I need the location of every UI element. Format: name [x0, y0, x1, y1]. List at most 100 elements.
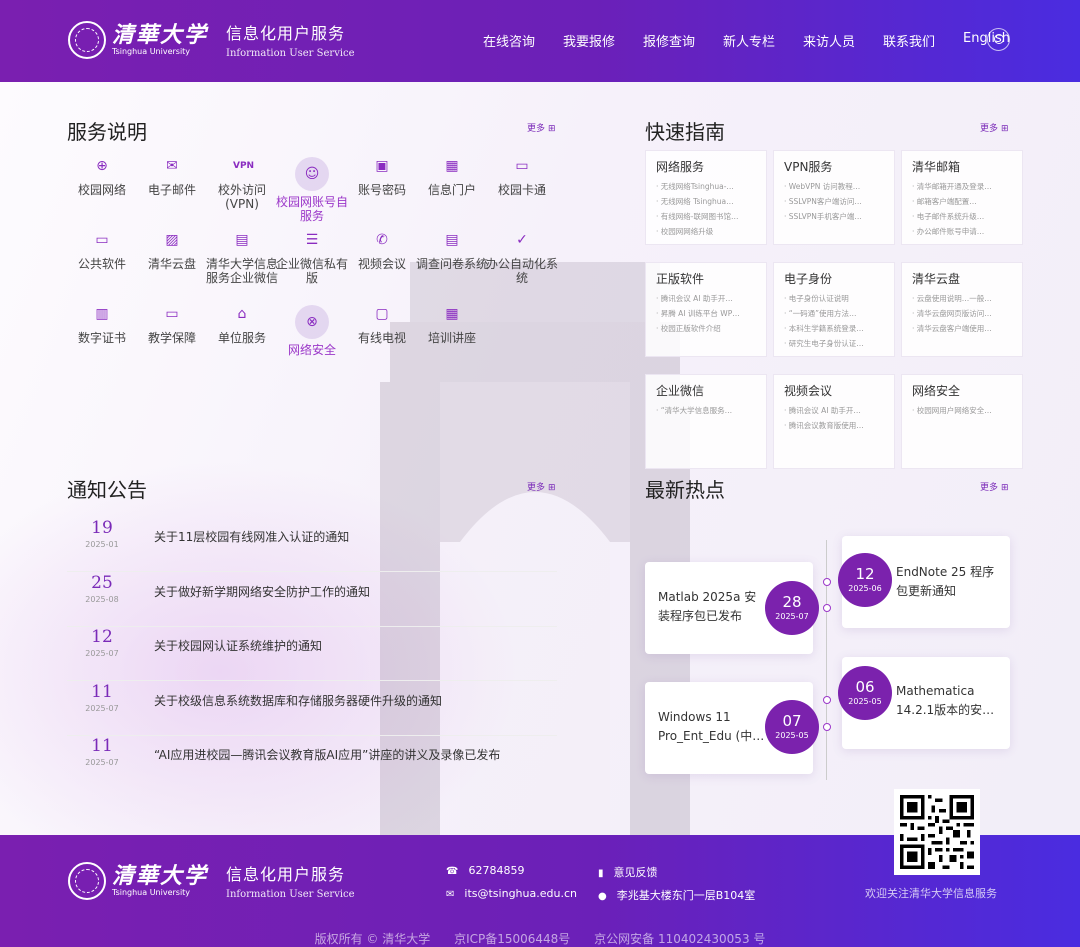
more-icon: ⊞: [1001, 483, 1009, 493]
notice-item[interactable]: 19 2025-01 关于11层校园有线网准入认证的通知: [67, 518, 557, 572]
notice-day: 11: [91, 736, 113, 756]
notices-more-link[interactable]: 更多 ⊞: [527, 480, 556, 493]
guide-link[interactable]: SSLVPN客户端访问…: [784, 194, 892, 209]
nav-contact[interactable]: 联系我们: [883, 31, 935, 50]
service-item[interactable]: ▦ 培训讲座: [416, 305, 488, 345]
service-item[interactable]: ✆ 视频会议: [346, 231, 418, 271]
service-item[interactable]: ▨ 清华云盘: [136, 231, 208, 271]
notice-date: 12 2025-07: [67, 627, 137, 658]
card-icon: ▭: [515, 158, 529, 174]
service-item[interactable]: ▥ 数字证书: [66, 305, 138, 345]
guide-link[interactable]: 校园网网络升级: [656, 224, 764, 239]
notice-item[interactable]: 12 2025-07 关于校园网认证系统维护的通知: [67, 627, 557, 681]
guide-link[interactable]: 有线网络-联网图书馆…: [656, 209, 764, 224]
guide-link[interactable]: “一码通”使用方法…: [784, 306, 892, 321]
service-item[interactable]: ▭ 公共软件: [66, 231, 138, 271]
nav-repair-query[interactable]: 报修查询: [643, 31, 695, 50]
guide-card[interactable]: 清华云盘云盘使用说明…一般…清华云盘网页版访问…清华云盘客户端使用…: [901, 262, 1023, 357]
more-icon: ⊞: [548, 483, 556, 493]
police-link[interactable]: 京公网安备 110402430053 号: [594, 932, 765, 946]
service-item[interactable]: ▭ 校园卡通: [486, 157, 558, 197]
feedback-icon: ▮: [598, 868, 604, 879]
guide-link[interactable]: SSLVPN手机客户端…: [784, 209, 892, 224]
service-item[interactable]: ▢ 有线电视: [346, 305, 418, 345]
copyright-bar: 版权所有 © 清华大学 京ICP备15006448号 京公网安备 1104024…: [0, 930, 1080, 947]
timeline-dot: [823, 723, 831, 731]
guide-link[interactable]: 邮箱客户端配置…: [912, 194, 1020, 209]
guide-link[interactable]: 腾讯会议 AI 助手开…: [656, 291, 764, 306]
guide-link[interactable]: 腾讯会议教育版使用…: [784, 418, 892, 433]
icp-link[interactable]: 京ICP备15006448号: [454, 932, 570, 946]
guide-link[interactable]: 云盘使用说明…一般…: [912, 291, 1020, 306]
hot-more-link[interactable]: 更多 ⊞: [980, 480, 1009, 493]
hot-date-badge: 28 2025-07: [765, 581, 819, 635]
guide-link[interactable]: “清华大学信息服务…: [656, 403, 764, 418]
notice-text: “AI应用进校园—腾讯会议教育版AI应用”讲座的讲义及录像已发布: [154, 748, 501, 762]
guide-link[interactable]: 腾讯会议 AI 助手开…: [784, 403, 892, 418]
hot-date-badge: 06 2025-05: [838, 666, 892, 720]
nav-visitors[interactable]: 来访人员: [803, 31, 855, 50]
guide-link[interactable]: 清华邮箱开通及登录…: [912, 179, 1020, 194]
site-header: 清華大学 Tsinghua University 信息化用户服务 Informa…: [0, 0, 1080, 82]
guide-link[interactable]: 无线网络 Tsinghua…: [656, 194, 764, 209]
guide-link[interactable]: 校园正版软件介绍: [656, 321, 764, 336]
guide-link[interactable]: 清华云盘网页版访问…: [912, 306, 1020, 321]
service-item[interactable]: ✉ 电子邮件: [136, 157, 208, 197]
services-more-link[interactable]: 更多 ⊞: [527, 121, 556, 134]
notice-date: 11 2025-07: [67, 736, 137, 767]
notice-item[interactable]: 11 2025-07 关于校级信息系统数据库和存储服务器硬件升级的通知: [67, 682, 557, 736]
service-item[interactable]: ✓ 办公自动化系统: [486, 231, 558, 286]
service-item[interactable]: ☺ 校园网账号自服务: [276, 157, 348, 224]
notice-date: 19 2025-01: [67, 518, 137, 549]
footer-service-subtitle: Information User Service: [226, 889, 355, 900]
guide-card[interactable]: 企业微信 “清华大学信息服务…: [645, 374, 767, 469]
hot-card-text: Windows 11 Pro_Ent_Edu (中…: [658, 710, 765, 743]
hot-day: 12: [855, 565, 875, 583]
notice-item[interactable]: 25 2025-08 关于做好新学期网络安全防护工作的通知: [67, 573, 557, 627]
guide-link[interactable]: 电子身份认证说明: [784, 291, 892, 306]
guide-card[interactable]: VPN服务 WebVPN 访问教程…SSLVPN客户端访问…SSLVPN手机客户端…: [773, 150, 895, 245]
nav-report-repair[interactable]: 我要报修: [563, 31, 615, 50]
footer-email[interactable]: ✉ its@tsinghua.edu.cn: [446, 887, 577, 900]
globe-icon: ⊕: [96, 158, 108, 174]
guide-link[interactable]: 清华云盘客户端使用…: [912, 321, 1020, 336]
search-icon[interactable]: [987, 28, 1010, 51]
guide-link[interactable]: 办公邮件账号申请…: [912, 224, 1020, 239]
service-item[interactable]: ☰ 企业微信私有版: [276, 231, 348, 286]
service-item[interactable]: ▦ 信息门户: [416, 157, 488, 197]
service-label: 有线电视: [357, 331, 406, 345]
guide-card[interactable]: 电子身份电子身份认证说明“一码通”使用方法…本科生学籍系统登录…研究生电子身份认…: [773, 262, 895, 357]
notice-item[interactable]: 11 2025-07 “AI应用进校园—腾讯会议教育版AI应用”讲座的讲义及录像已发…: [67, 736, 557, 790]
image-icon: ▨: [165, 232, 179, 248]
guide-link[interactable]: WebVPN 访问教程…: [784, 179, 892, 194]
guide-card[interactable]: 清华邮箱清华邮箱开通及登录…邮箱客户端配置…电子邮件系统升级…办公邮件账号申请…: [901, 150, 1023, 245]
email-icon: ✉: [446, 889, 455, 900]
footer-feedback[interactable]: ▮ 意见反馈: [598, 864, 658, 880]
service-item[interactable]: ⌂ 单位服务: [206, 305, 278, 345]
service-item[interactable]: ▭ 教学保障: [136, 305, 208, 345]
service-item[interactable]: ⊕ 校园网络: [66, 157, 138, 197]
nav-newcomers[interactable]: 新人专栏: [723, 31, 775, 50]
guide-card[interactable]: 网络安全校园网用户网络安全…: [901, 374, 1023, 469]
guide-link[interactable]: 昇腾 AI 训练平台 WP…: [656, 306, 764, 321]
guide-link[interactable]: 电子邮件系统升级…: [912, 209, 1020, 224]
guide-link[interactable]: 无线网络Tsinghua-…: [656, 179, 764, 194]
service-item[interactable]: VPN 校外访问(VPN): [206, 157, 278, 212]
certificate-icon: ▥: [95, 306, 109, 322]
guide-card[interactable]: 网络服务无线网络Tsinghua-…无线网络 Tsinghua…有线网络-联网图…: [645, 150, 767, 245]
service-item[interactable]: ⊗ 网络安全: [276, 305, 348, 357]
guide-card[interactable]: 视频会议腾讯会议 AI 助手开…腾讯会议教育版使用…: [773, 374, 895, 469]
site-logo[interactable]: 清華大学 Tsinghua University 信息化用户服务 Informa…: [68, 20, 355, 59]
id-card-icon: ▣: [375, 158, 389, 174]
guide-link[interactable]: 校园网用户网络安全…: [912, 403, 1020, 418]
guide-link[interactable]: 本科生学籍系统登录…: [784, 321, 892, 336]
guide-card[interactable]: 正版软件腾讯会议 AI 助手开…昇腾 AI 训练平台 WP…校园正版软件介绍: [645, 262, 767, 357]
guide-link[interactable]: 研究生电子身份认证…: [784, 336, 892, 351]
notice-month: 2025-01: [85, 540, 119, 549]
guide-more-link[interactable]: 更多 ⊞: [980, 121, 1009, 134]
survey-icon: ▤: [445, 232, 459, 248]
service-item[interactable]: ▤ 调查问卷系统: [416, 231, 488, 271]
service-item[interactable]: ▤ 清华大学信息服务企业微信: [206, 231, 278, 286]
service-item[interactable]: ▣ 账号密码: [346, 157, 418, 197]
nav-online-consult[interactable]: 在线咨询: [483, 31, 535, 50]
